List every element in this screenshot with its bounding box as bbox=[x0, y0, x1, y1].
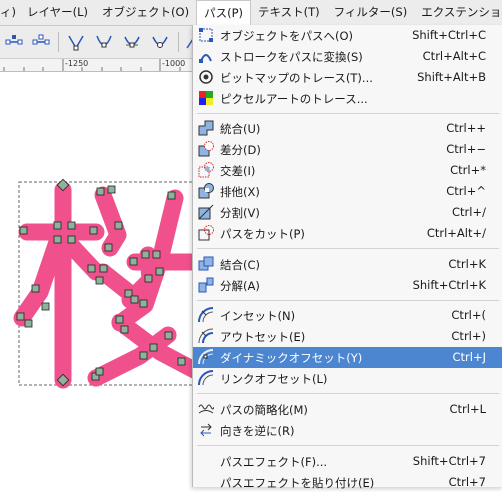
outset-icon bbox=[198, 328, 214, 344]
menu-separator bbox=[197, 300, 499, 301]
node-auto-smooth-icon[interactable] bbox=[150, 32, 170, 52]
menu-separator bbox=[197, 445, 499, 446]
node-symmetric-icon[interactable] bbox=[122, 32, 142, 52]
toolbar-separator bbox=[178, 32, 179, 52]
toolbar-separator bbox=[58, 32, 59, 52]
path-menu: オブジェクトをパスへ(O) Shift+Ctrl+C ストロークをパスに変換(S… bbox=[192, 25, 502, 490]
menu-separator bbox=[197, 113, 499, 114]
menu-item-object-to-path[interactable]: オブジェクトをパスへ(O) Shift+Ctrl+C bbox=[193, 25, 502, 46]
menu-item-combine[interactable]: 結合(C) Ctrl+K bbox=[193, 254, 502, 275]
menu-text[interactable]: テキスト(T) bbox=[251, 0, 327, 25]
menu-item-linked-offset[interactable]: リンクオフセット(L) bbox=[193, 368, 502, 389]
union-icon bbox=[198, 120, 214, 136]
menu-separator bbox=[197, 248, 499, 249]
menu-item-difference[interactable]: 差分(D) Ctrl+− bbox=[193, 139, 502, 160]
menu-item-break-apart[interactable]: 分解(A) Shift+Ctrl+K bbox=[193, 275, 502, 296]
exclusion-icon bbox=[198, 183, 214, 199]
stroke-to-path-icon bbox=[199, 54, 212, 63]
menu-filters[interactable]: フィルター(S) bbox=[327, 0, 415, 25]
menu-item-reverse[interactable]: 向きを逆に(R) bbox=[193, 420, 502, 441]
menu-item-stroke-to-path[interactable]: ストロークをパスに変換(S) Ctrl+Alt+C bbox=[193, 46, 502, 67]
menu-separator bbox=[197, 393, 499, 394]
menu-item-dynamic-offset[interactable]: ダイナミックオフセット(Y) Ctrl+J bbox=[193, 347, 502, 368]
dynamic-offset-icon bbox=[198, 349, 214, 365]
node-cusp-icon[interactable] bbox=[66, 32, 86, 52]
insert-node-icon[interactable] bbox=[4, 32, 24, 52]
menu-item-intersection[interactable]: 交差(I) Ctrl+* bbox=[193, 160, 502, 181]
inset-icon bbox=[198, 307, 214, 323]
drawing-canvas[interactable] bbox=[0, 72, 195, 487]
trace-pixel-art-icon bbox=[199, 91, 213, 105]
menu-layer[interactable]: レイヤー(L) bbox=[20, 0, 95, 25]
linked-offset-icon bbox=[198, 370, 214, 386]
ruler-label: -1000 bbox=[162, 59, 186, 68]
menu-item-simplify[interactable]: パスの簡略化(M) Ctrl+L bbox=[193, 399, 502, 420]
menu-extensions[interactable]: エクステンショ bbox=[414, 0, 502, 25]
object-to-path-icon bbox=[199, 28, 213, 42]
sakura-glyph-path[interactable] bbox=[0, 72, 195, 487]
menubar: ィ) レイヤー(L) オブジェクト(O) パス(P) テキスト(T) フィルター… bbox=[0, 0, 502, 26]
cut-path-icon bbox=[198, 225, 214, 241]
menu-item-union[interactable]: 統合(U) Ctrl++ bbox=[193, 118, 502, 139]
node-smooth-icon[interactable] bbox=[94, 32, 114, 52]
menu-item-trace-pixel-art[interactable]: ピクセルアートのトレース... bbox=[193, 88, 502, 109]
simplify-icon bbox=[198, 404, 214, 414]
menu-item-division[interactable]: 分割(V) Ctrl+/ bbox=[193, 202, 502, 223]
menu-item-path-effects[interactable]: パスエフェクト(F)... Shift+Ctrl+7 bbox=[193, 451, 502, 472]
menu-object[interactable]: オブジェクト(O) bbox=[95, 0, 196, 25]
menu-item-cut-path[interactable]: パスをカット(P) Ctrl+Alt+/ bbox=[193, 223, 502, 244]
menu-item-paste-path-effect[interactable]: パスエフェクトを貼り付け(E) Ctrl+7 bbox=[193, 472, 502, 493]
menu-fragment[interactable]: ィ) bbox=[0, 0, 20, 25]
menu-item-trace-bitmap[interactable]: ビットマップのトレース(T)... Shift+Alt+B bbox=[193, 67, 502, 88]
menu-item-inset[interactable]: インセット(N) Ctrl+( bbox=[193, 305, 502, 326]
combine-icon bbox=[198, 256, 214, 271]
ruler-label: -1250 bbox=[65, 59, 89, 68]
menu-item-exclusion[interactable]: 排他(X) Ctrl+^ bbox=[193, 181, 502, 202]
horizontal-ruler: -1250 -1000 bbox=[0, 59, 195, 72]
delete-node-icon[interactable] bbox=[31, 32, 51, 52]
break-apart-icon bbox=[198, 277, 214, 293]
division-icon bbox=[198, 204, 214, 220]
difference-icon bbox=[198, 141, 214, 157]
reverse-direction-icon bbox=[200, 423, 212, 437]
trace-bitmap-icon bbox=[199, 70, 213, 84]
menu-item-outset[interactable]: アウトセット(E) Ctrl+) bbox=[193, 326, 502, 347]
intersection-icon bbox=[198, 162, 214, 178]
menu-path[interactable]: パス(P) bbox=[196, 0, 251, 25]
tool-controls-bar bbox=[0, 26, 195, 59]
